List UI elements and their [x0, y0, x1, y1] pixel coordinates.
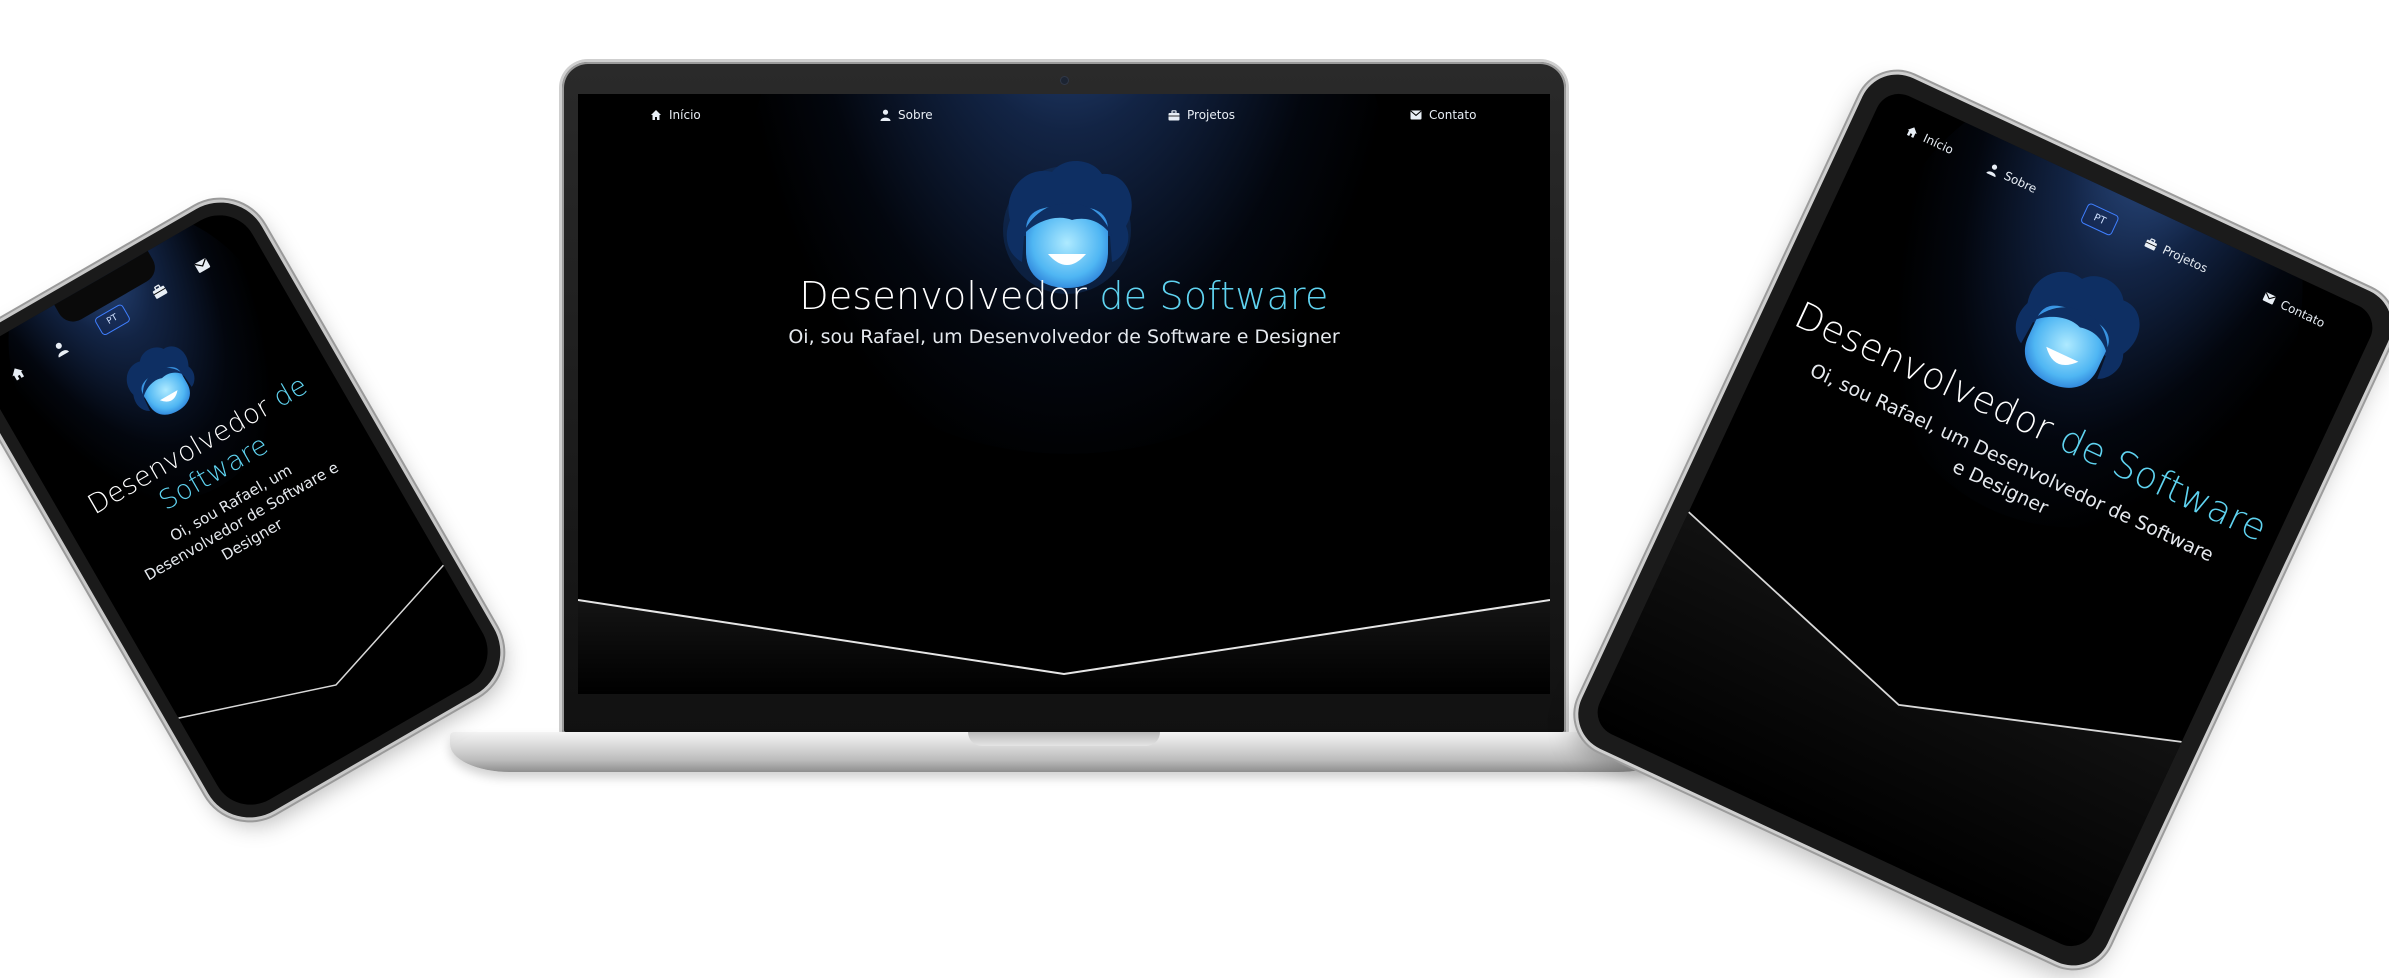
phone-device: PT Desenvolvedor de Software Oi, sou Raf…	[0, 185, 518, 835]
decorative-v-line	[578, 599, 1550, 694]
laptop-screen: Início Sobre Projetos Contato Desenvolve…	[578, 94, 1550, 694]
laptop-camera	[1061, 77, 1068, 84]
device-mockup-stage: Início Sobre Projetos Contato Desenvolve…	[0, 0, 2389, 978]
laptop-opening-notch	[968, 732, 1160, 746]
tablet-device: Início Sobre PT Projetos Contato Desenvo…	[1565, 62, 2389, 978]
tablet-screen: Início Sobre PT Projetos Contato Desenvo…	[1589, 86, 2381, 954]
tablet-decorative-v-line	[1589, 511, 2182, 954]
